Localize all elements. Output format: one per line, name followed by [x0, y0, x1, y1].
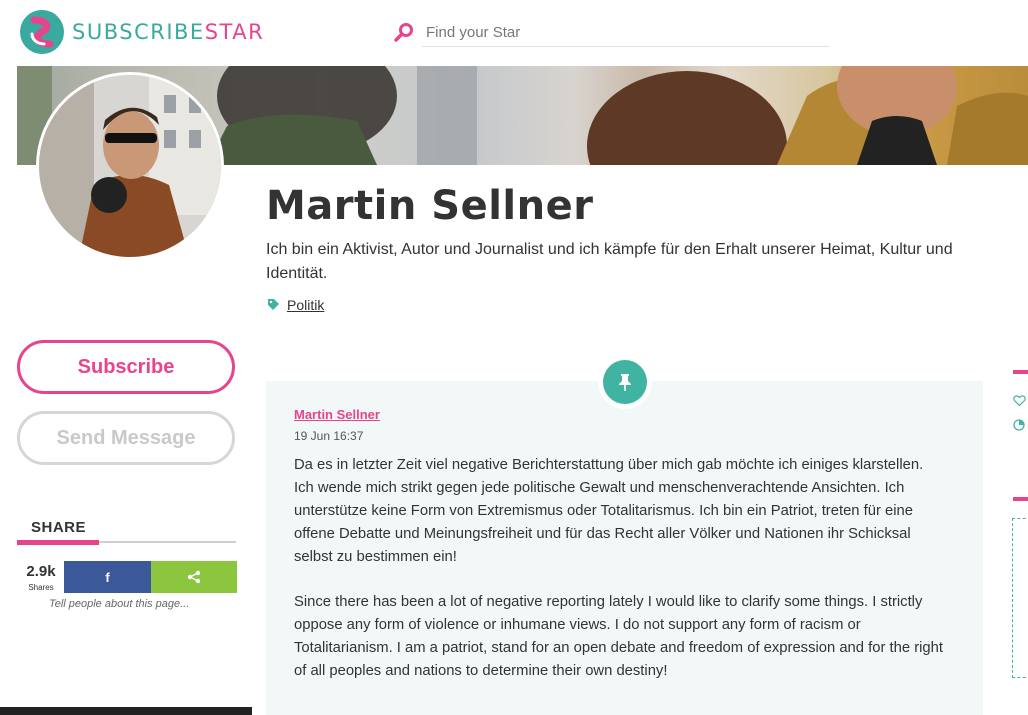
send-message-button[interactable]: Send Message [17, 411, 235, 465]
facebook-share-button[interactable]: f [64, 561, 151, 593]
search-input[interactable] [422, 18, 830, 47]
subscribe-button[interactable]: Subscribe [17, 340, 235, 394]
right-sidebar-accent [1013, 370, 1028, 374]
post-paragraph-english: Since there has been a lot of negative r… [294, 594, 943, 679]
profile-bio: Ich bin ein Aktivist, Autor und Journali… [266, 241, 953, 282]
share-divider-accent [17, 540, 99, 545]
pie-icon [1013, 419, 1025, 431]
generic-share-button[interactable] [151, 561, 237, 593]
avatar[interactable] [36, 72, 224, 260]
profile-name: Martin Sellner [266, 183, 594, 229]
bottom-bar [0, 707, 252, 715]
pin-icon [619, 374, 631, 391]
heart-icon [1013, 395, 1026, 407]
tag-icon [268, 299, 279, 310]
right-sidebar-accent-2 [1013, 497, 1028, 501]
brand-name-part2: STAR [204, 20, 265, 44]
facebook-icon: f [105, 569, 110, 585]
share-hint: Tell people about this page... [49, 598, 190, 610]
avatar-photo [39, 75, 221, 257]
share-icon [187, 570, 201, 584]
brand-name-part1: SUBSCRIBE [72, 20, 205, 44]
post-author-link[interactable]: Martin Sellner [294, 407, 380, 422]
post-paragraph-german: Da es in letzter Zeit viel negative Beri… [294, 457, 924, 565]
share-count-label: Shares [28, 583, 54, 592]
pin-badge [603, 360, 647, 404]
category-link[interactable]: Politik [287, 297, 324, 313]
share-count: 2.9k [26, 563, 56, 580]
right-sidebar-box [1012, 518, 1028, 678]
logo-icon[interactable] [20, 10, 64, 54]
post-date: 19 Jun 16:37 [294, 429, 364, 443]
search-icon[interactable] [394, 22, 414, 42]
share-heading: SHARE [31, 519, 87, 536]
brand-name[interactable]: SUBSCRIBESTAR [72, 20, 264, 44]
